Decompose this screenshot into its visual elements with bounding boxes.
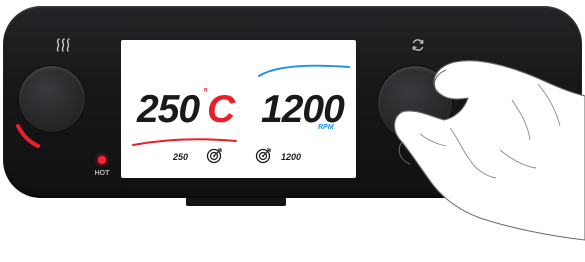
device-photo: HOT 250 ° C 1200 RPM 250 1200 <box>0 0 585 262</box>
hot-indicator-light <box>98 156 106 164</box>
target-icon <box>255 148 271 164</box>
device-stand <box>186 197 286 206</box>
display-screen: 250 ° C 1200 RPM 250 1200 <box>121 40 356 178</box>
temperature-knob[interactable] <box>19 66 85 132</box>
rotation-icon <box>412 39 424 51</box>
speed-setpoint: 1200 <box>281 152 302 162</box>
speed-unit: RPM <box>318 124 334 131</box>
speed-knob[interactable] <box>378 66 452 140</box>
temperature-unit: C <box>207 88 236 131</box>
speed-underline-swoosh <box>258 64 350 77</box>
heat-waves-icon <box>56 38 70 52</box>
temperature-setpoint: 250 <box>173 152 189 162</box>
hot-indicator-label: HOT <box>94 170 110 177</box>
temperature-value: 250 <box>137 88 200 131</box>
target-icon <box>206 148 222 164</box>
temp-underline-swoosh <box>132 138 237 146</box>
